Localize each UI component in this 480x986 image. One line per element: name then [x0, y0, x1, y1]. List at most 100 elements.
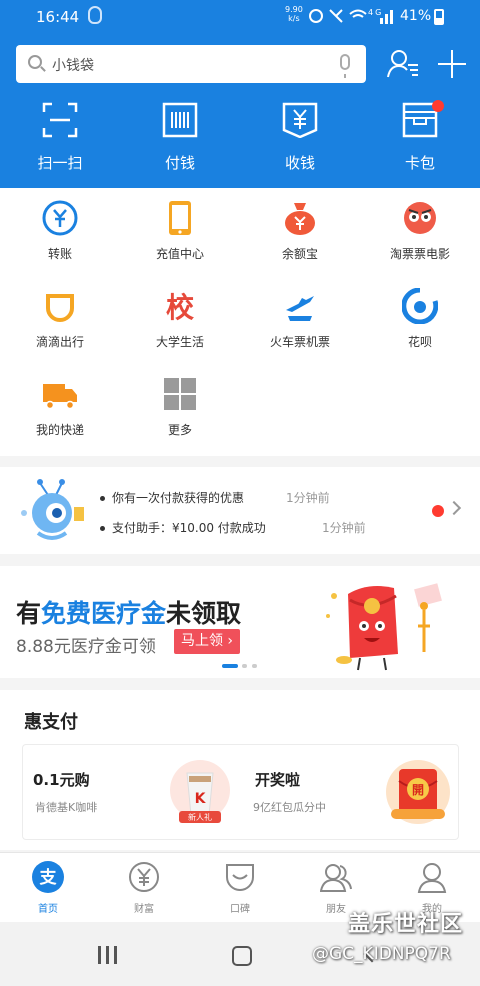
banner-subtitle: 8.88元医疗金可领 — [16, 637, 156, 657]
scan-button[interactable]: 扫一扫 — [0, 102, 120, 182]
promo-banner[interactable]: 有免费医疗金未领取 8.88元医疗金可领 马上领 › — [0, 566, 480, 678]
pager-dot — [242, 664, 247, 668]
receive-money-icon — [282, 102, 318, 138]
offer-name[interactable]: 开奖啦 — [255, 769, 300, 790]
grid-item-more[interactable]: 更多 — [120, 364, 240, 452]
phone-topup-icon — [169, 201, 191, 235]
ant-robot-icon — [21, 479, 84, 540]
koubei-smile-icon — [226, 864, 254, 891]
coffee-cup-icon[interactable]: K 新人礼 — [169, 759, 231, 825]
app-grid: 转账 充值中心 余额宝 淘票票电影 滴滴出行 校 大学生活 火车票机票 花呗 我… — [0, 188, 480, 456]
transfer-icon — [42, 200, 78, 236]
search-bar[interactable]: 小钱袋 — [16, 45, 366, 83]
grid-label: 更多 — [167, 423, 192, 437]
bullet-dot — [100, 496, 105, 501]
notification-text: 支付助手：¥10.00 付款成功 — [112, 521, 266, 535]
status-icons: 4G — [309, 8, 393, 24]
svg-text:校: 校 — [166, 291, 195, 324]
grid-item-campus[interactable]: 校 大学生活 — [120, 276, 240, 364]
card-wallet-label: 卡包 — [404, 154, 435, 172]
offer-name[interactable]: 0.1元购 — [33, 769, 90, 790]
train-plane-icon — [286, 296, 314, 321]
contacts-icon[interactable] — [386, 48, 420, 80]
scan-label: 扫一扫 — [37, 154, 83, 172]
grid-label: 余额宝 — [281, 247, 318, 261]
pay-barcode-icon — [162, 102, 198, 138]
status-bar: 16:44 9.90 k/s 4G 41% — [0, 0, 480, 32]
wealth-yen-icon — [129, 862, 159, 892]
tab-label: 首页 — [38, 904, 58, 915]
home-button-icon[interactable] — [232, 946, 252, 966]
friends-icon — [320, 864, 352, 892]
network-speed-value: 9.90 — [285, 5, 303, 14]
banner-title-highlight: 免费医疗金 — [41, 599, 167, 628]
profile-icon — [417, 863, 447, 893]
notification-panel[interactable]: 你有一次付款获得的优惠 1分钟前 支付助手：¥10.00 付款成功 1分钟前 — [0, 467, 480, 554]
grid-item-huabei[interactable]: 花呗 — [360, 276, 480, 364]
money-bag-icon — [285, 203, 315, 235]
pager-dot — [252, 664, 257, 668]
pay-button[interactable]: 付钱 — [120, 102, 240, 182]
claim-now-button[interactable]: 马上领 › — [174, 629, 240, 654]
home-you-icon: 支 — [32, 861, 64, 893]
tab-label: 口碑 — [230, 904, 250, 915]
alarm-icon — [309, 9, 323, 23]
delivery-truck-icon — [43, 384, 77, 410]
top-actions: 扫一扫 付钱 收钱 卡包 — [0, 102, 480, 182]
network-speed: 9.90 k/s — [285, 5, 303, 23]
watermark-handle: @GC_KIDNPQ7R — [312, 944, 451, 964]
search-input[interactable]: 小钱袋 — [52, 55, 94, 75]
network-speed-unit: k/s — [288, 14, 300, 23]
svg-text:K: K — [195, 791, 207, 807]
recent-apps-icon[interactable] — [98, 946, 120, 964]
grid-item-movie[interactable]: 淘票票电影 — [360, 188, 480, 276]
tab-home[interactable]: 支 首页 — [0, 853, 96, 922]
notification-time: 1分钟前 — [286, 491, 330, 505]
grid-item-topup[interactable]: 充值中心 — [120, 188, 240, 276]
card-wallet-badge — [432, 100, 444, 112]
scan-icon — [42, 102, 78, 138]
grid-item-didi[interactable]: 滴滴出行 — [0, 276, 120, 364]
offer-desc: 9亿红包瓜分中 — [253, 801, 326, 814]
grid-item-yuebao[interactable]: 余额宝 — [240, 188, 360, 276]
grid-label: 我的快递 — [35, 423, 84, 437]
battery-icon — [434, 9, 444, 25]
add-plus-icon[interactable] — [438, 50, 466, 78]
notification-item[interactable]: 支付助手：¥10.00 付款成功 — [100, 519, 266, 536]
microphone-icon[interactable] — [340, 54, 350, 78]
tab-koubei[interactable]: 口碑 — [192, 853, 288, 922]
alipay-notification-icon — [88, 6, 102, 24]
watermark-title: 盖乐世社区 — [348, 912, 464, 937]
svg-text:新人礼: 新人礼 — [188, 812, 212, 822]
grid-label: 花呗 — [407, 335, 432, 349]
svg-text:開: 開 — [412, 783, 424, 797]
didi-icon — [46, 294, 74, 322]
grid-item-transfer[interactable]: 转账 — [0, 188, 120, 276]
huabei-icon — [402, 288, 438, 324]
red-envelope-icon[interactable]: 開 — [385, 759, 451, 825]
movie-ticket-icon — [404, 202, 436, 234]
receive-label: 收钱 — [284, 154, 315, 172]
offer-desc: 肯德基K咖啡 — [35, 801, 98, 814]
status-time: 16:44 — [36, 8, 80, 26]
card-wallet-button[interactable]: 卡包 — [360, 102, 480, 182]
campus-icon: 校 — [166, 291, 195, 324]
tab-wealth[interactable]: 财富 — [96, 853, 192, 922]
mute-icon — [329, 9, 343, 23]
grid-item-delivery[interactable]: 我的快递 — [0, 364, 120, 452]
section-title: 惠支付 — [24, 712, 78, 733]
network-type: 4G — [368, 8, 383, 17]
hui-pay-section: 惠支付 0.1元购 肯德基K咖啡 K 新人礼 开奖啦 9亿红包瓜分中 開 — [0, 690, 480, 850]
receive-button[interactable]: 收钱 — [240, 102, 360, 182]
grid-item-train-plane[interactable]: 火车票机票 — [240, 276, 360, 364]
banner-title-part: 未领取 — [166, 599, 242, 628]
notification-text: 你有一次付款获得的优惠 — [112, 491, 245, 505]
notification-time: 1分钟前 — [322, 521, 366, 535]
notification-item[interactable]: 你有一次付款获得的优惠 — [100, 489, 244, 506]
banner-title-part: 有 — [16, 599, 42, 628]
unread-dot — [432, 505, 444, 517]
header: 小钱袋 扫一扫 付钱 收钱 卡包 — [0, 32, 480, 188]
grid-label: 火车票机票 — [269, 335, 330, 349]
more-grid-icon — [164, 378, 196, 410]
banner-title: 有免费医疗金未领取 — [16, 594, 241, 630]
